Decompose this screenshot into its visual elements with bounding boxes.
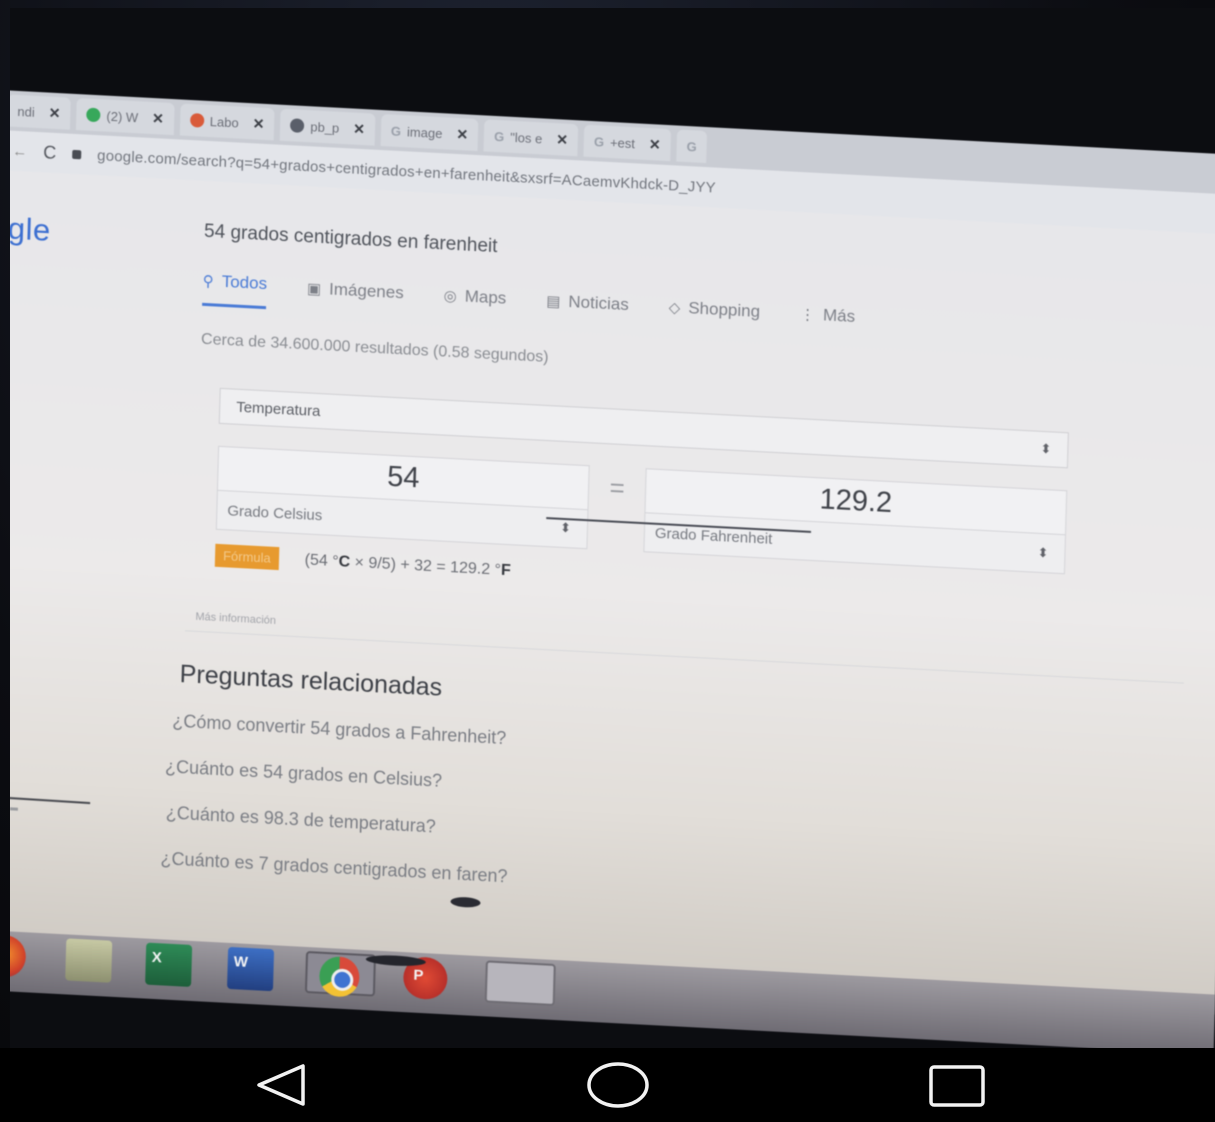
close-icon[interactable]: ✕ [649, 136, 661, 154]
equals-sign: = [609, 472, 626, 504]
tab-label: Maps [464, 286, 507, 308]
tab-mas[interactable]: ⋮ Más [799, 302, 856, 340]
home-icon[interactable] [585, 1058, 651, 1112]
updown-arrows-icon: ⬍ [1040, 440, 1052, 457]
tab-maps[interactable]: ◎ Maps [443, 283, 507, 321]
formula-text: (54 °C × 9/5) + 32 = 129.2 °F [304, 551, 511, 580]
tab-shopping[interactable]: ◇ Shopping [668, 295, 761, 335]
close-icon[interactable]: ✕ [456, 125, 468, 143]
to-box: 129.2 Grado Fahrenheit ⬍ [643, 468, 1068, 575]
related-questions-title: Preguntas relacionadas [179, 660, 443, 702]
tab-label: Imágenes [328, 278, 405, 302]
more-vertical-icon: ⋮ [799, 305, 816, 324]
tab-label: image [406, 123, 443, 141]
updown-arrows-icon: ⬍ [559, 519, 572, 536]
computer-screen: ndi ✕ (2) W ✕ Labo ✕ pb_p ✕ G image ✕ G … [10, 90, 1215, 1048]
whatsapp-icon [86, 107, 101, 123]
google-icon: G [686, 138, 697, 155]
browser-tab-6[interactable]: G +est ✕ [583, 124, 672, 162]
browser-tab-2[interactable]: Labo ✕ [179, 103, 275, 141]
google-icon: G [593, 133, 605, 150]
browser-tab-4[interactable]: G image ✕ [380, 113, 479, 152]
formula-part: (54 ° [304, 550, 339, 570]
tab-label: Labo [209, 113, 239, 131]
tab-label: ndi [17, 103, 35, 120]
chrome-logo [318, 955, 360, 998]
close-icon[interactable]: ✕ [252, 115, 264, 133]
tab-label: Shopping [688, 297, 761, 321]
close-icon[interactable]: ✕ [152, 109, 164, 127]
google-logo[interactable]: ogle [10, 210, 51, 249]
close-icon[interactable]: ✕ [353, 120, 365, 138]
tab-label: Más [822, 304, 856, 326]
tab-label: "los e [510, 129, 543, 146]
tab-noticias[interactable]: ▤ Noticias [546, 289, 630, 328]
reload-icon[interactable]: C [43, 142, 57, 164]
close-icon[interactable]: ✕ [556, 131, 568, 149]
firefox-icon[interactable] [10, 934, 27, 979]
news-icon: ▤ [545, 292, 561, 311]
unit-converter: Temperatura ⬍ 54 Grado Celsius ⬍ = 129.2… [214, 387, 1069, 611]
back-icon[interactable] [253, 1060, 309, 1110]
formula-unit-c: C [338, 552, 351, 571]
result-stats: Cerca de 34.600.000 resultados (0.58 seg… [200, 330, 549, 367]
word-icon[interactable]: W [226, 946, 275, 992]
formula-badge: Fórmula [214, 543, 280, 571]
tab-label: Todos [221, 271, 268, 294]
word-letter: W [233, 953, 249, 971]
unit-type-label: Temperatura [236, 398, 321, 420]
back-arrow-icon[interactable]: ← [12, 142, 27, 160]
more-info-link[interactable]: Más información [195, 611, 276, 627]
pen-mark [10, 795, 91, 805]
google-icon: G [390, 123, 402, 139]
tab-todos[interactable]: ⚲ Todos [202, 270, 268, 310]
google-icon: G [493, 128, 505, 144]
from-box: 54 Grado Celsius ⬍ [215, 445, 590, 550]
recent-apps-icon[interactable] [928, 1064, 986, 1108]
browser-tab-7[interactable]: G [676, 129, 708, 164]
pen-mark [10, 807, 18, 811]
browser-tab-1[interactable]: (2) W ✕ [76, 98, 175, 136]
tab-label: +est [609, 134, 636, 151]
map-pin-icon: ◎ [443, 286, 457, 305]
close-icon[interactable]: ✕ [49, 104, 61, 122]
search-icon: ⚲ [202, 272, 214, 291]
formula-unit-f: F [500, 561, 511, 579]
tab-label: pb_p [310, 118, 340, 136]
tab-label: Noticias [568, 291, 630, 314]
browser-tab-5[interactable]: G "los e ✕ [483, 119, 579, 157]
updown-arrows-icon: ⬍ [1037, 544, 1049, 561]
media-icon[interactable] [484, 960, 556, 1007]
ppt-letter: P [413, 966, 424, 985]
file-explorer-icon[interactable] [65, 938, 113, 983]
tag-icon: ◇ [668, 298, 681, 317]
from-unit-label: Grado Celsius [227, 501, 323, 524]
search-results-page: ogle 54 grados centigrados en farenheit … [10, 170, 1215, 1048]
related-questions-list: ¿Cómo convertir 54 grados a Fahrenheit? … [160, 706, 512, 908]
search-input[interactable]: 54 grados centigrados en farenheit [204, 221, 498, 258]
android-nav-bar [0, 1048, 1215, 1122]
phone-photo: ndi ✕ (2) W ✕ Labo ✕ pb_p ✕ G image ✕ G … [0, 0, 1215, 1122]
browser-tab-3[interactable]: pb_p ✕ [279, 108, 376, 146]
lock-icon [72, 149, 82, 159]
tab-imagenes[interactable]: ▣ Imágenes [306, 276, 404, 316]
excel-letter: X [151, 948, 163, 967]
site-icon [189, 112, 205, 128]
globe-icon [290, 118, 305, 133]
taskbar: X W P [10, 929, 1215, 1048]
search-nav-tabs: ⚲ Todos ▣ Imágenes ◎ Maps ▤ Noticias ◇ S… [202, 270, 856, 340]
browser-tab-0[interactable]: ndi ✕ [10, 94, 71, 130]
formula-part: × 9/5) + 32 = 129.2 ° [349, 553, 502, 579]
image-icon: ▣ [306, 279, 322, 298]
monitor: ndi ✕ (2) W ✕ Labo ✕ pb_p ✕ G image ✕ G … [10, 8, 1215, 1048]
excel-icon[interactable]: X [145, 942, 193, 987]
tab-label: (2) W [106, 108, 139, 125]
